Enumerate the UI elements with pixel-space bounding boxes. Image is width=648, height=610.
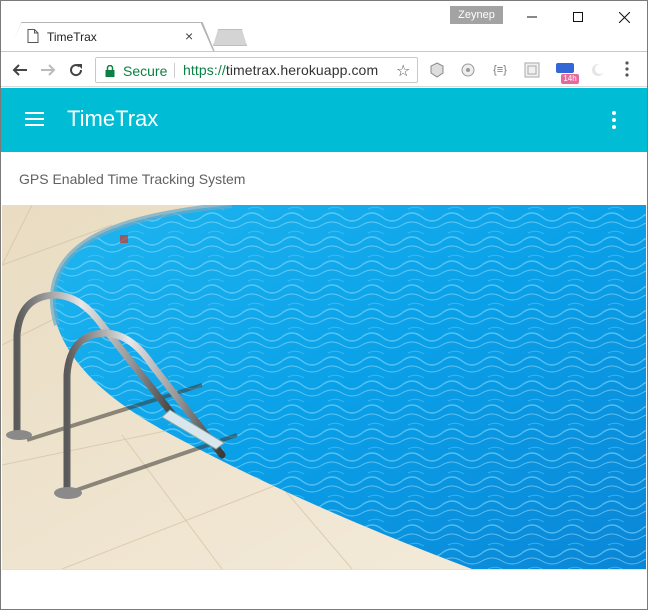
arrow-right-icon[interactable] <box>38 60 58 80</box>
omnibox-divider <box>174 63 175 78</box>
maximize-button[interactable] <box>555 1 601 33</box>
url-text[interactable]: https://timetrax.herokuapp.com <box>183 62 378 78</box>
card-bottom-border <box>2 569 646 570</box>
tab-title: TimeTrax <box>47 30 97 44</box>
app-title: TimeTrax <box>67 106 159 131</box>
app-bar: TimeTrax <box>1 88 647 152</box>
extension-circle-icon[interactable] <box>459 61 477 79</box>
minimize-button[interactable] <box>509 1 555 33</box>
reload-icon[interactable] <box>66 60 86 80</box>
page-icon <box>27 29 39 43</box>
lock-icon <box>105 64 115 82</box>
extension-grid-icon[interactable] <box>523 61 541 79</box>
address-bar[interactable]: Secure https://timetrax.herokuapp.com ☆ <box>95 57 418 83</box>
browser-menu-icon[interactable] <box>625 61 629 82</box>
more-vert-icon[interactable] <box>611 110 617 135</box>
profile-badge[interactable]: Zeynep <box>450 6 503 24</box>
hamburger-icon[interactable] <box>25 112 44 131</box>
extension-braces-icon[interactable]: {≡} <box>491 61 509 79</box>
page-subtitle: GPS Enabled Time Tracking System <box>19 171 246 187</box>
extension-badge: 14h <box>561 74 579 84</box>
tab-close-icon[interactable]: × <box>185 28 193 44</box>
browser-toolbar: Secure https://timetrax.herokuapp.com ☆ … <box>1 51 647 87</box>
extension-shield-icon[interactable] <box>428 61 446 79</box>
hero-image-pool <box>2 205 646 569</box>
title-bar: Zeynep TimeTrax × <box>1 1 647 52</box>
url-scheme: https:// <box>183 62 226 78</box>
tab-timetrax[interactable] <box>9 23 213 51</box>
close-window-button[interactable] <box>601 1 647 33</box>
secure-label: Secure <box>123 63 168 79</box>
arrow-left-icon[interactable] <box>10 60 30 80</box>
extension-moon-icon[interactable] <box>589 61 607 79</box>
url-host: timetrax.herokuapp.com <box>225 62 379 78</box>
browser-window: Zeynep TimeTrax × Secure https://timetra… <box>0 0 648 610</box>
new-tab-button[interactable] <box>213 29 247 46</box>
star-icon[interactable]: ☆ <box>396 61 410 81</box>
